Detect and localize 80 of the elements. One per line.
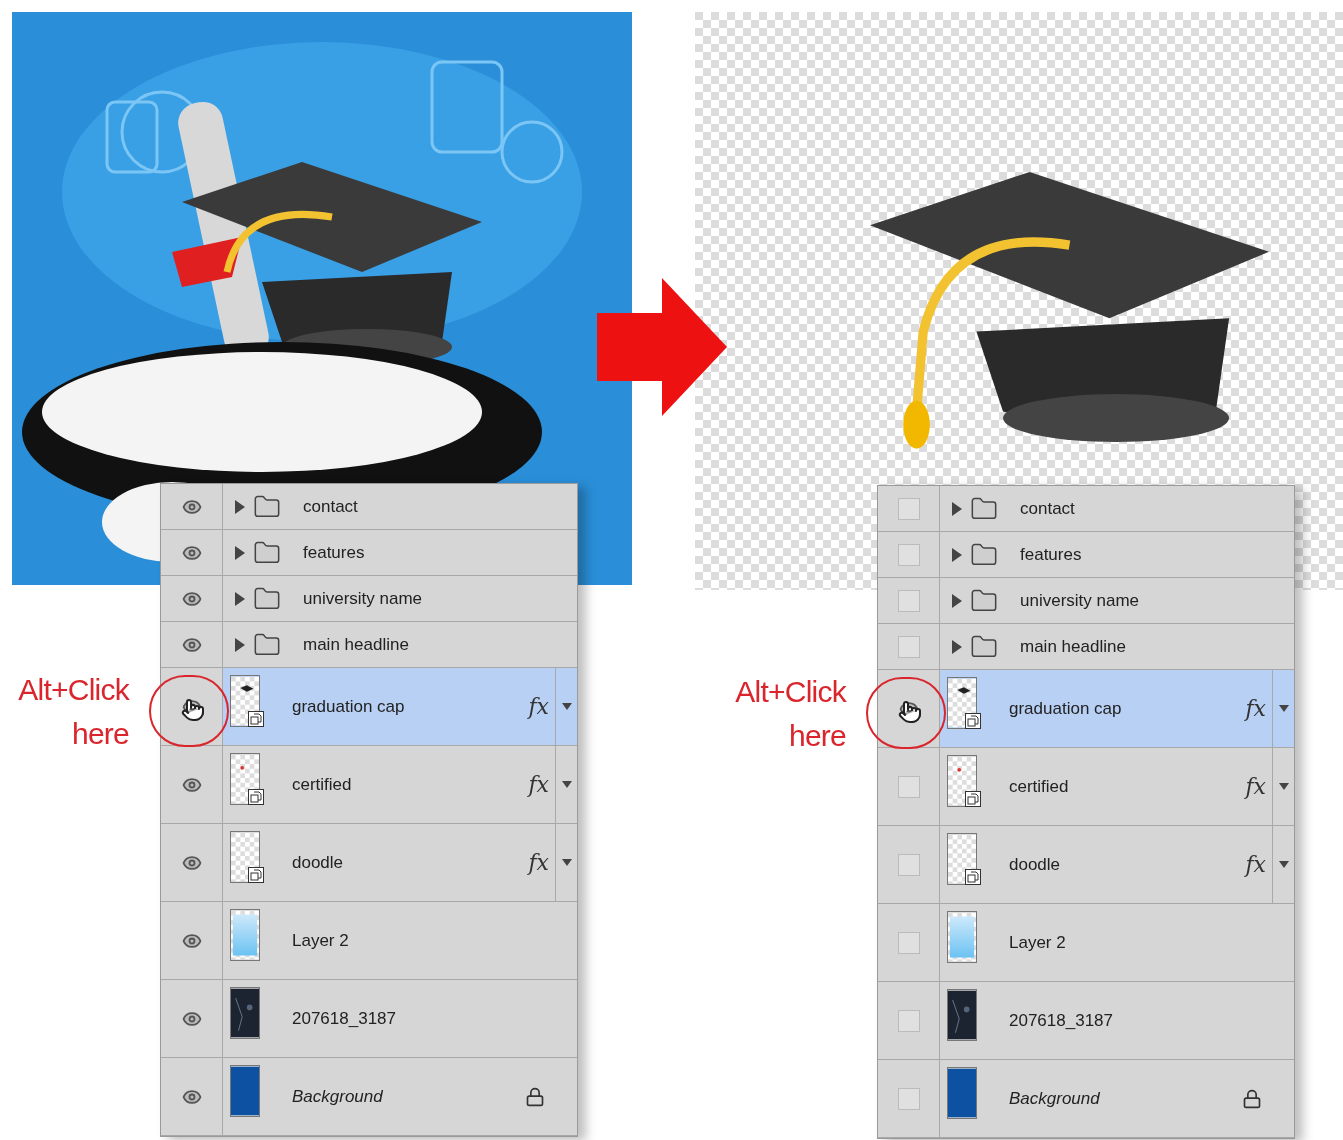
layer-row[interactable]: features	[161, 530, 577, 576]
layer-row[interactable]: university name	[161, 576, 577, 622]
expand-arrow-icon[interactable]	[235, 637, 245, 652]
layer-name: features	[303, 541, 365, 564]
visibility-toggle[interactable]	[897, 1009, 920, 1032]
smart-object-icon	[248, 710, 264, 727]
layer-name: university name	[1020, 589, 1140, 612]
layer-row[interactable]: Background	[161, 1058, 577, 1136]
dropdown-arrow-icon[interactable]	[561, 859, 572, 866]
layer-name: Layer 2	[1009, 931, 1066, 954]
visibility-toggle[interactable]	[897, 497, 920, 520]
layer-name: 207618_3187	[292, 1007, 396, 1030]
layer-row[interactable]: graduation cap fx	[878, 670, 1294, 748]
smart-object-icon	[248, 788, 264, 805]
layer-row[interactable]: main headline	[161, 622, 577, 668]
layer-row[interactable]: Background	[878, 1060, 1294, 1138]
hand-pointer-icon	[898, 700, 922, 724]
layer-name: contact	[1020, 497, 1075, 520]
layer-row[interactable]: graduation cap fx	[161, 668, 577, 746]
effects-label: fx	[528, 849, 549, 877]
layer-name: certified	[292, 773, 352, 796]
dropdown-arrow-icon[interactable]	[561, 781, 572, 788]
layer-row[interactable]: contact	[161, 484, 577, 530]
right-arrow-icon	[597, 278, 727, 416]
effects-label: fx	[528, 771, 549, 799]
layer-row[interactable]: main headline	[878, 624, 1294, 670]
layer-name: doodle	[292, 851, 344, 874]
expand-arrow-icon[interactable]	[235, 545, 245, 560]
annotation-text: Alt+Click here	[734, 674, 846, 754]
layer-name: certified	[1009, 775, 1069, 798]
layer-row[interactable]: contact	[878, 486, 1294, 532]
dropdown-arrow-icon[interactable]	[1278, 783, 1289, 790]
smart-object-icon	[965, 868, 981, 885]
layer-name: main headline	[303, 633, 409, 656]
effects-label: fx	[1245, 695, 1266, 723]
layer-row[interactable]: university name	[878, 578, 1294, 624]
layer-row[interactable]: 207618_3187	[161, 980, 577, 1058]
expand-arrow-icon[interactable]	[952, 501, 962, 516]
layer-row[interactable]: doodle fx	[161, 824, 577, 902]
layer-name: Background	[1009, 1087, 1100, 1110]
dropdown-arrow-icon[interactable]	[1278, 861, 1289, 868]
layer-name: contact	[303, 495, 358, 518]
layer-name: features	[1020, 543, 1082, 566]
layer-name: graduation cap	[1009, 697, 1122, 720]
expand-arrow-icon[interactable]	[952, 639, 962, 654]
visibility-toggle[interactable]	[897, 775, 920, 798]
layer-row[interactable]: features	[878, 532, 1294, 578]
visibility-toggle[interactable]	[897, 589, 920, 612]
expand-arrow-icon[interactable]	[952, 547, 962, 562]
layer-name: Background	[292, 1085, 383, 1108]
layer-name: 207618_3187	[1009, 1009, 1113, 1032]
visibility-toggle[interactable]	[897, 635, 920, 658]
effects-label: fx	[528, 693, 549, 721]
layer-name: Layer 2	[292, 929, 349, 952]
layer-name: university name	[303, 587, 423, 610]
visibility-toggle[interactable]	[897, 543, 920, 566]
layer-row[interactable]: certified fx	[878, 748, 1294, 826]
smart-object-icon	[965, 712, 981, 729]
hand-pointer-icon	[181, 698, 205, 722]
expand-arrow-icon[interactable]	[235, 499, 245, 514]
expand-arrow-icon[interactable]	[952, 593, 962, 608]
layer-row[interactable]: Layer 2	[878, 904, 1294, 982]
visibility-toggle[interactable]	[897, 853, 920, 876]
layer-name: main headline	[1020, 635, 1126, 658]
smart-object-icon	[248, 866, 264, 883]
dropdown-arrow-icon[interactable]	[561, 703, 572, 710]
visibility-toggle[interactable]	[897, 931, 920, 954]
layer-name: doodle	[1009, 853, 1061, 876]
visibility-toggle[interactable]	[897, 1087, 920, 1110]
effects-label: fx	[1245, 773, 1266, 801]
annotation-text: Alt+Click here	[17, 672, 129, 752]
layer-row[interactable]: Layer 2	[161, 902, 577, 980]
layer-row[interactable]: 207618_3187	[878, 982, 1294, 1060]
layer-row[interactable]: doodle fx	[878, 826, 1294, 904]
layer-name: graduation cap	[292, 695, 405, 718]
effects-label: fx	[1245, 851, 1266, 879]
expand-arrow-icon[interactable]	[235, 591, 245, 606]
layer-row[interactable]: certified fx	[161, 746, 577, 824]
smart-object-icon	[965, 790, 981, 807]
dropdown-arrow-icon[interactable]	[1278, 705, 1289, 712]
